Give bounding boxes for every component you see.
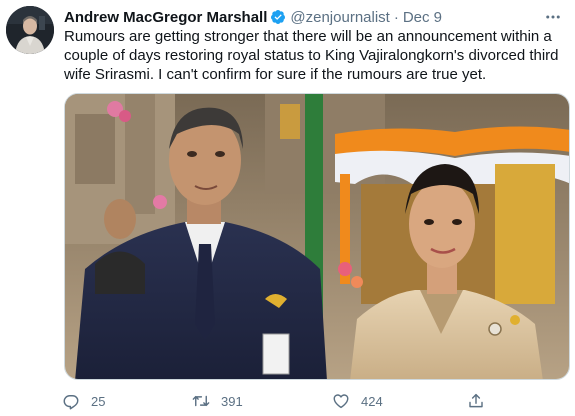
author-name[interactable]: Andrew MacGregor Marshall — [64, 9, 267, 26]
retweet-count: 391 — [221, 393, 243, 409]
avatar[interactable] — [6, 6, 54, 54]
more-options-button[interactable] — [543, 7, 563, 27]
author-handle[interactable]: @zenjournalist — [290, 9, 389, 26]
avatar-photo — [6, 6, 54, 54]
tweet-text: Rumours are getting stronger that there … — [64, 28, 559, 83]
photo-image — [65, 94, 569, 379]
verified-badge-icon — [271, 10, 286, 24]
tweet[interactable]: Andrew MacGregor Marshall @zenjournalist… — [0, 0, 575, 416]
like-count: 424 — [361, 393, 383, 409]
reply-icon — [63, 395, 79, 410]
tweet-header: Andrew MacGregor Marshall @zenjournalist… — [64, 7, 563, 27]
reply-count: 25 — [91, 393, 106, 409]
tweet-actions: 25 391 424 — [62, 390, 502, 412]
share-icon — [469, 393, 483, 408]
separator-dot: · — [393, 8, 399, 26]
tweet-date[interactable]: Dec 9 — [403, 9, 442, 26]
more-options-icon — [546, 15, 560, 19]
retweet-button[interactable]: 391 — [192, 390, 243, 412]
like-button[interactable]: 424 — [332, 390, 383, 412]
tweet-photo[interactable] — [64, 93, 570, 380]
share-button[interactable] — [467, 390, 496, 412]
like-icon — [333, 394, 349, 409]
reply-button[interactable]: 25 — [62, 390, 105, 412]
retweet-icon — [192, 395, 210, 407]
